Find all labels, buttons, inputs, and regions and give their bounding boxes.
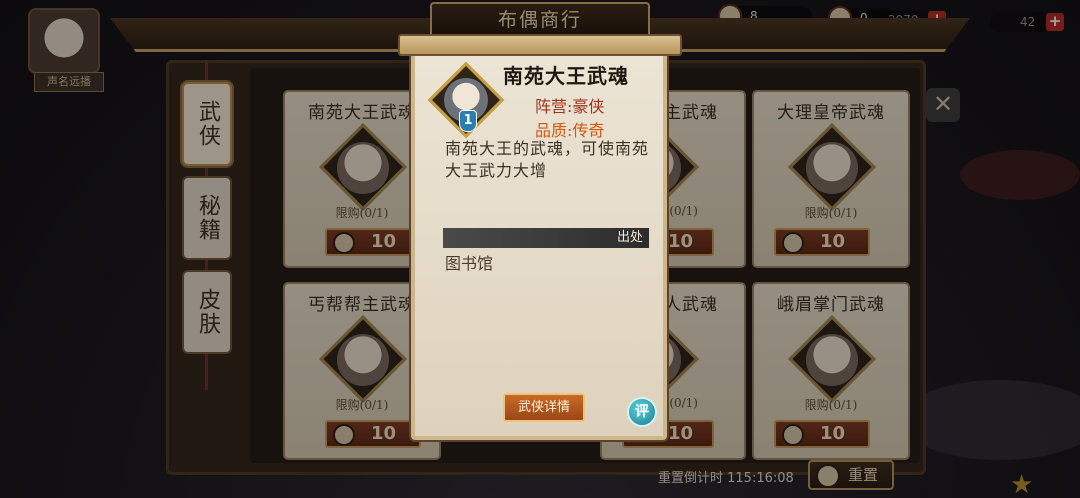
popup-description: 南苑大王的武魂，可使南苑大王武力大增 (445, 139, 650, 180)
wuxia-detail-button[interactable]: 武侠详情 (503, 393, 585, 422)
source-header-bar: 出处 (443, 228, 649, 248)
level-badge: 1 (459, 110, 477, 132)
popup-title: 南苑大王武魂 (503, 64, 629, 88)
comment-button[interactable]: 评 (627, 397, 657, 427)
source-label: 出处 (616, 230, 643, 245)
popup-faction: 阵营:豪侠 (535, 97, 605, 116)
popup-scroll-header (398, 34, 682, 56)
source-value[interactable]: 图书馆 (445, 250, 493, 274)
